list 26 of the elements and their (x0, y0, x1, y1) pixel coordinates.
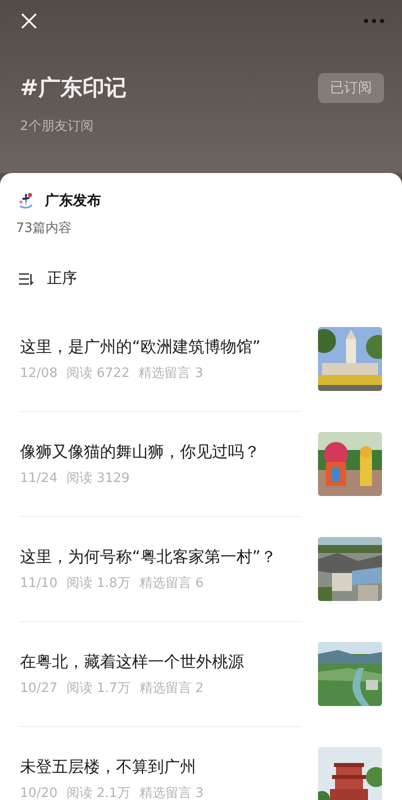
topic-title: #广东印记 (20, 75, 126, 103)
friends-subscribed-text: 2个朋友订阅 (20, 118, 94, 135)
read-count: 阅读 2.1万 (66, 784, 130, 800)
comment-count: 精选留言 2 (139, 680, 204, 698)
article-title[interactable]: 这里，是广州的“欧洲建筑博物馆” (20, 334, 261, 358)
article-title[interactable]: 像狮又像猫的舞山狮，你见过吗？ (20, 440, 260, 464)
article-date: 11/24 (20, 470, 58, 488)
comment-count: 精选留言 3 (138, 364, 204, 382)
comment-count: 精选留言 3 (139, 784, 204, 800)
read-count: 阅读 1.8万 (66, 574, 130, 592)
content-count: 73篇内容 (16, 220, 72, 237)
article-date: 11/10 (20, 574, 58, 592)
article-date: 10/20 (20, 784, 58, 800)
read-count: 阅读 1.7万 (66, 680, 130, 698)
sort-icon[interactable] (18, 272, 34, 286)
article-title[interactable]: 这里，为何号称“粤北客家第一村”？ (20, 544, 277, 568)
article-title[interactable]: 在粤北，藏着这样一个世外桃源 (20, 650, 244, 674)
article-date: 10/27 (20, 680, 58, 698)
sort-order-toggle[interactable]: 正序 (47, 269, 77, 288)
comment-count: 精选留言 6 (139, 574, 204, 592)
close-icon[interactable] (20, 12, 38, 30)
publisher-name[interactable]: 广东发布 (45, 192, 101, 210)
read-count: 阅读 3129 (66, 470, 130, 488)
article-date: 12/08 (20, 364, 58, 382)
read-count: 阅读 6722 (66, 364, 130, 382)
article-title[interactable]: 未登五层楼，不算到广州 (20, 754, 204, 778)
